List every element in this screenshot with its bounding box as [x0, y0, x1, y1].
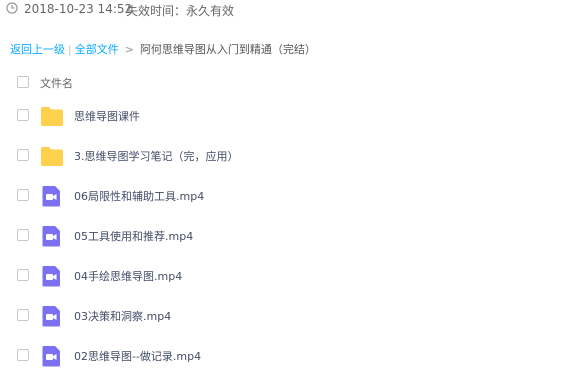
video-file-icon [40, 265, 64, 287]
video-file-icon [40, 305, 64, 327]
folder-icon [40, 105, 64, 127]
folder-icon [40, 145, 64, 167]
share-meta-bar: 2018-10-23 14:52 失效时间：永久有效 [0, 0, 576, 20]
file-name[interactable]: 05工具使用和推荐.mp4 [74, 228, 193, 244]
file-row[interactable]: 03决策和洞察.mp4 [0, 296, 576, 336]
row-checkbox[interactable] [17, 109, 29, 121]
breadcrumb-arrow: > [124, 43, 134, 56]
breadcrumb-separator: | [68, 43, 72, 56]
current-folder: 阿何思维导图从入门到精通（完结） [139, 43, 316, 56]
file-row[interactable]: 04手绘思维导图.mp4 [0, 256, 576, 296]
expiry-text: 失效时间：永久有效 [126, 4, 235, 18]
row-checkbox[interactable] [17, 269, 29, 281]
file-row[interactable]: 06局限性和辅助工具.mp4 [0, 176, 576, 216]
back-link[interactable]: 返回上一级 [10, 43, 65, 56]
file-name[interactable]: 3.思维导图学习笔记（完，应用） [74, 148, 239, 164]
file-name[interactable]: 思维导图课件 [74, 108, 140, 124]
file-row[interactable]: 02思维导图--做记录.mp4 [0, 336, 576, 376]
row-checkbox[interactable] [17, 229, 29, 241]
file-name[interactable]: 02思维导图--做记录.mp4 [74, 348, 201, 364]
video-file-icon [40, 225, 64, 247]
video-file-icon [40, 345, 64, 367]
row-checkbox[interactable] [17, 309, 29, 321]
file-row[interactable]: 3.思维导图学习笔记（完，应用） [0, 136, 576, 176]
file-name[interactable]: 04手绘思维导图.mp4 [74, 268, 182, 284]
select-all-checkbox[interactable] [17, 76, 29, 88]
row-checkbox[interactable] [17, 189, 29, 201]
filename-column-header: 文件名 [40, 77, 73, 90]
share-date: 2018-10-23 14:52 [24, 2, 133, 16]
file-list-header: 文件名 [0, 68, 576, 96]
clock-icon [6, 2, 18, 14]
all-files-link[interactable]: 全部文件 [75, 43, 119, 56]
file-name[interactable]: 03决策和洞察.mp4 [74, 308, 171, 324]
row-checkbox[interactable] [17, 149, 29, 161]
breadcrumb: 返回上一级 | 全部文件 > 阿何思维导图从入门到精通（完结） [10, 41, 316, 57]
file-row[interactable]: 思维导图课件 [0, 96, 576, 136]
video-file-icon [40, 185, 64, 207]
file-row[interactable]: 05工具使用和推荐.mp4 [0, 216, 576, 256]
row-checkbox[interactable] [17, 349, 29, 361]
file-name[interactable]: 06局限性和辅助工具.mp4 [74, 188, 204, 204]
